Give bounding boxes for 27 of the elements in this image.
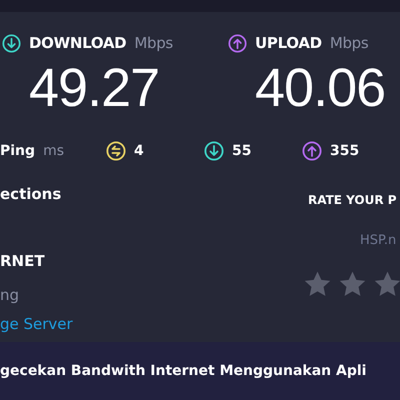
rate-provider-title: RATE YOUR P — [308, 192, 398, 209]
provider-detail: ng — [0, 285, 20, 306]
upload-icon — [302, 141, 322, 161]
unit-label: ms — [43, 144, 64, 158]
upload-icon — [228, 34, 247, 53]
swap-arrows-icon — [106, 141, 126, 161]
provider-name: RNET — [0, 250, 46, 272]
star-icon[interactable] — [304, 270, 331, 296]
unit-label: Mbps — [134, 36, 173, 51]
star-icon[interactable] — [339, 270, 366, 296]
download-speed: 49.27 — [29, 61, 160, 115]
upload-speed: 40.06 — [255, 61, 386, 115]
host-name: HSP.n — [360, 232, 398, 250]
article-caption: gecekan Bandwith Internet Menggunakan Apli — [0, 342, 400, 400]
upload-label: UPLOAD — [255, 36, 322, 51]
star-rating[interactable] — [304, 270, 400, 296]
ping-label: Ping — [0, 144, 36, 158]
download-icon — [2, 34, 21, 53]
change-server-link[interactable]: ge Server — [0, 312, 73, 335]
unit-label: Mbps — [330, 36, 368, 51]
download-value: 55 — [232, 144, 252, 158]
connections-label: ections — [0, 184, 62, 205]
upload-value: 355 — [330, 144, 360, 158]
star-icon[interactable] — [374, 270, 400, 296]
download-icon — [204, 141, 224, 161]
ping-value: 4 — [134, 144, 144, 158]
download-label: DOWNLOAD — [29, 36, 126, 51]
